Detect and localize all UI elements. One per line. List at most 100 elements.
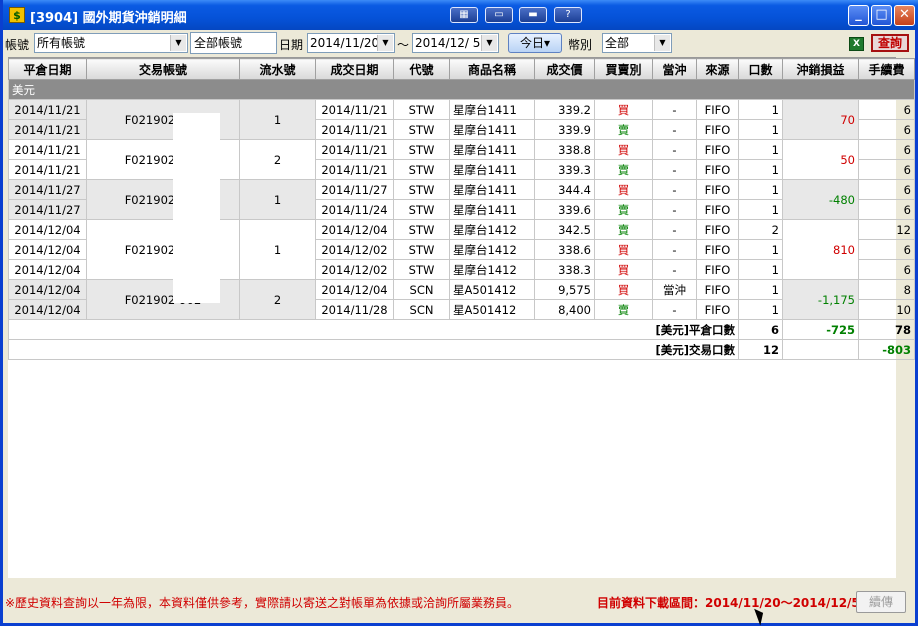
continue-download-button[interactable]: 續傳 (856, 591, 906, 613)
maximize-button[interactable]: □ (871, 5, 892, 26)
source-cell: FIFO (696, 299, 739, 320)
daytrade-cell: - (652, 259, 697, 280)
summary-qty: 12 (738, 339, 783, 360)
chevron-down-icon[interactable]: ▼ (377, 35, 393, 51)
column-header[interactable]: 手續費 (858, 58, 915, 80)
product-name-cell: 星A501412 (449, 279, 535, 300)
table-row[interactable]: 2014/11/21 F021902-902 1 2014/11/21 STW 星摩台14… (8, 99, 915, 140)
code-cell: STW (393, 99, 450, 120)
product-name-cell: 星摩台1411 (449, 179, 535, 200)
column-header[interactable]: 口數 (738, 58, 783, 80)
daytrade-cell: - (652, 179, 697, 200)
account-select[interactable]: 所有帳號 ▼ (34, 33, 188, 53)
side-cell: 買 (594, 259, 653, 280)
table-row[interactable]: 2014/12/04 F021902-902 2 2014/12/04 SCN 星A501… (8, 279, 915, 320)
close-date-cell: 2014/11/27 (8, 179, 87, 200)
help-icon[interactable]: ? (554, 7, 582, 23)
column-header[interactable]: 來源 (696, 58, 739, 80)
chevron-down-icon[interactable]: ▼ (654, 35, 670, 51)
close-button[interactable]: ✕ (894, 5, 915, 26)
daytrade-cell: - (652, 159, 697, 180)
today-button[interactable]: 今日▾ (508, 33, 562, 53)
daytrade-cell: 當沖 (652, 279, 697, 300)
column-header[interactable]: 沖銷損益 (782, 58, 859, 80)
close-date-cell: 2014/12/04 (8, 219, 87, 240)
close-date-cell: 2014/11/21 (8, 119, 87, 140)
column-header[interactable]: 流水號 (239, 58, 316, 80)
column-header[interactable]: 交易帳號 (86, 58, 240, 80)
table-row[interactable]: 2014/11/27 F021902-902 1 2014/11/27 STW 星摩台14… (8, 179, 915, 220)
qty-cell: 1 (738, 119, 783, 140)
price-cell: 339.2 (534, 99, 595, 120)
code-cell: SCN (393, 299, 450, 320)
date-from-picker[interactable]: 2014/11/20 ▼ (307, 33, 395, 53)
status-footer: ※歷史資料查詢以一年為限，本資料僅供參考，實際請以寄送之對帳單為依據或洽詢所屬業… (3, 583, 915, 623)
window-title: [3904] 國外期貨沖銷明細 (30, 11, 187, 26)
column-header[interactable]: 商品名稱 (449, 58, 535, 80)
currency-select[interactable]: 全部 ▼ (602, 33, 672, 53)
disclaimer-note: ※歷史資料查詢以一年為限，本資料僅供參考，實際請以寄送之對帳單為依據或洽詢所屬業… (5, 596, 520, 610)
trade-date-cell: 2014/12/02 (315, 259, 394, 280)
fee-cell: 6 (858, 159, 915, 180)
tile-icon[interactable]: ▦ (450, 7, 478, 23)
currency-select-value: 全部 (605, 36, 630, 50)
side-cell: 賣 (594, 119, 653, 140)
product-name-cell: 星摩台1412 (449, 259, 535, 280)
fee-cell: 6 (858, 239, 915, 260)
all-accounts-box[interactable]: 全部帳號 (190, 32, 277, 54)
column-header[interactable]: 平倉日期 (8, 58, 87, 80)
code-cell: STW (393, 219, 450, 240)
price-cell: 339.3 (534, 159, 595, 180)
redaction-block (173, 113, 220, 303)
chevron-down-icon[interactable]: ▼ (170, 35, 186, 51)
trade-date-cell: 2014/11/21 (315, 119, 394, 140)
code-cell: STW (393, 159, 450, 180)
source-cell: FIFO (696, 259, 739, 280)
date-from-value: 2014/11/20 (310, 36, 380, 50)
column-header[interactable]: 代號 (393, 58, 450, 80)
summary-fee: 78 (858, 319, 915, 340)
summary-pnl: -725 (782, 319, 859, 340)
price-cell: 342.5 (534, 219, 595, 240)
qty-cell: 1 (738, 259, 783, 280)
price-cell: 339.6 (534, 199, 595, 220)
pnl-cell: 70 (782, 99, 859, 140)
download-range: 目前資料下載區間：2014/11/20～2014/12/5 (597, 596, 860, 610)
column-header[interactable]: 買賣別 (594, 58, 653, 80)
fullscreen-icon[interactable]: ▬ (519, 7, 547, 23)
summary-label: [美元]平倉口數 (8, 319, 739, 340)
side-cell: 賣 (594, 299, 653, 320)
source-cell: FIFO (696, 279, 739, 300)
product-name-cell: 星摩台1411 (449, 99, 535, 120)
minimize-button[interactable]: _ (848, 5, 869, 26)
daytrade-cell: - (652, 119, 697, 140)
table-row[interactable]: 2014/12/04 F021902-902 1 2014/12/04 STW 星摩台14… (8, 219, 915, 280)
table-row[interactable]: 2014/11/21 F021902-902 2 2014/11/21 STW 星摩台14… (8, 139, 915, 180)
close-date-cell: 2014/11/21 (8, 139, 87, 160)
close-date-cell: 2014/12/04 (8, 299, 87, 320)
serial-cell: 2 (239, 279, 316, 320)
column-header[interactable]: 成交價 (534, 58, 595, 80)
column-header[interactable]: 當沖 (652, 58, 697, 80)
excel-export-icon[interactable]: X (849, 37, 864, 51)
currency-group-label: 美元 (8, 79, 915, 100)
daytrade-cell: - (652, 299, 697, 320)
window-layout-icon[interactable]: ▭ (485, 7, 513, 23)
chevron-down-icon[interactable]: ▼ (481, 35, 497, 51)
daytrade-cell: - (652, 219, 697, 240)
code-cell: STW (393, 239, 450, 260)
price-cell: 344.4 (534, 179, 595, 200)
column-header[interactable]: 成交日期 (315, 58, 394, 80)
app-icon: $ (9, 7, 25, 23)
serial-cell: 1 (239, 179, 316, 220)
query-button[interactable]: 查詢 (871, 34, 909, 52)
source-cell: FIFO (696, 219, 739, 240)
fee-cell: 8 (858, 279, 915, 300)
qty-cell: 1 (738, 279, 783, 300)
pnl-cell: 810 (782, 219, 859, 280)
side-cell: 賣 (594, 199, 653, 220)
trade-date-cell: 2014/12/02 (315, 239, 394, 260)
title-bar[interactable]: $ [3904] 國外期貨沖銷明細 ▦ ▭ ▬ ? _ □ ✕ (3, 0, 918, 30)
date-to-picker[interactable]: 2014/12/ 5 ▼ (412, 33, 499, 53)
product-name-cell: 星摩台1411 (449, 139, 535, 160)
